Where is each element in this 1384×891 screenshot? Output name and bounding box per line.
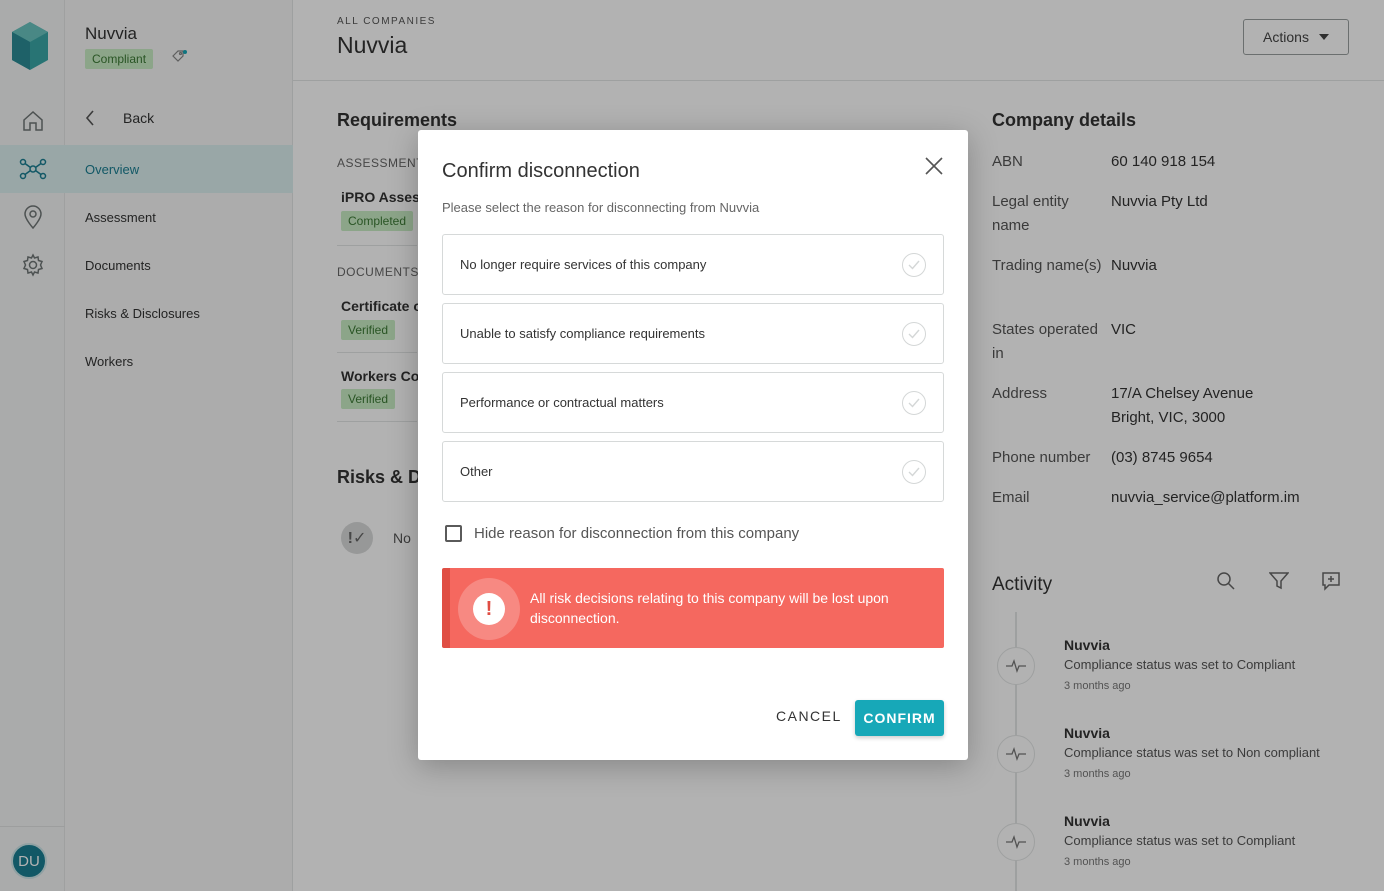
reason-option[interactable]: No longer require services of this compa… (442, 234, 944, 295)
reason-option[interactable]: Performance or contractual matters (442, 372, 944, 433)
check-circle-icon (902, 253, 926, 277)
check-circle-icon (902, 460, 926, 484)
warning-banner: ! All risk decisions relating to this co… (442, 568, 944, 648)
dialog-subtitle: Please select the reason for disconnecti… (442, 200, 760, 215)
dialog-title: Confirm disconnection (442, 160, 640, 182)
hide-reason-checkbox-row[interactable]: Hide reason for disconnection from this … (445, 525, 799, 542)
reason-option[interactable]: Other (442, 441, 944, 502)
cancel-button[interactable]: CANCEL (776, 708, 842, 724)
reason-label: Other (460, 464, 493, 479)
close-icon[interactable] (924, 156, 944, 176)
confirm-button[interactable]: CONFIRM (855, 700, 944, 736)
warning-text: All risk decisions relating to this comp… (530, 590, 889, 626)
hide-reason-label: Hide reason for disconnection from this … (474, 525, 800, 542)
reason-label: No longer require services of this compa… (460, 257, 707, 272)
alert-icon: ! (458, 578, 520, 640)
reason-label: Performance or contractual matters (460, 395, 664, 410)
check-circle-icon (902, 322, 926, 346)
check-circle-icon (902, 391, 926, 415)
reason-label: Unable to satisfy compliance requirement… (460, 326, 705, 341)
confirm-disconnection-dialog: Confirm disconnection Please select the … (418, 130, 968, 760)
hide-reason-checkbox[interactable] (445, 525, 462, 542)
reason-option[interactable]: Unable to satisfy compliance requirement… (442, 303, 944, 364)
